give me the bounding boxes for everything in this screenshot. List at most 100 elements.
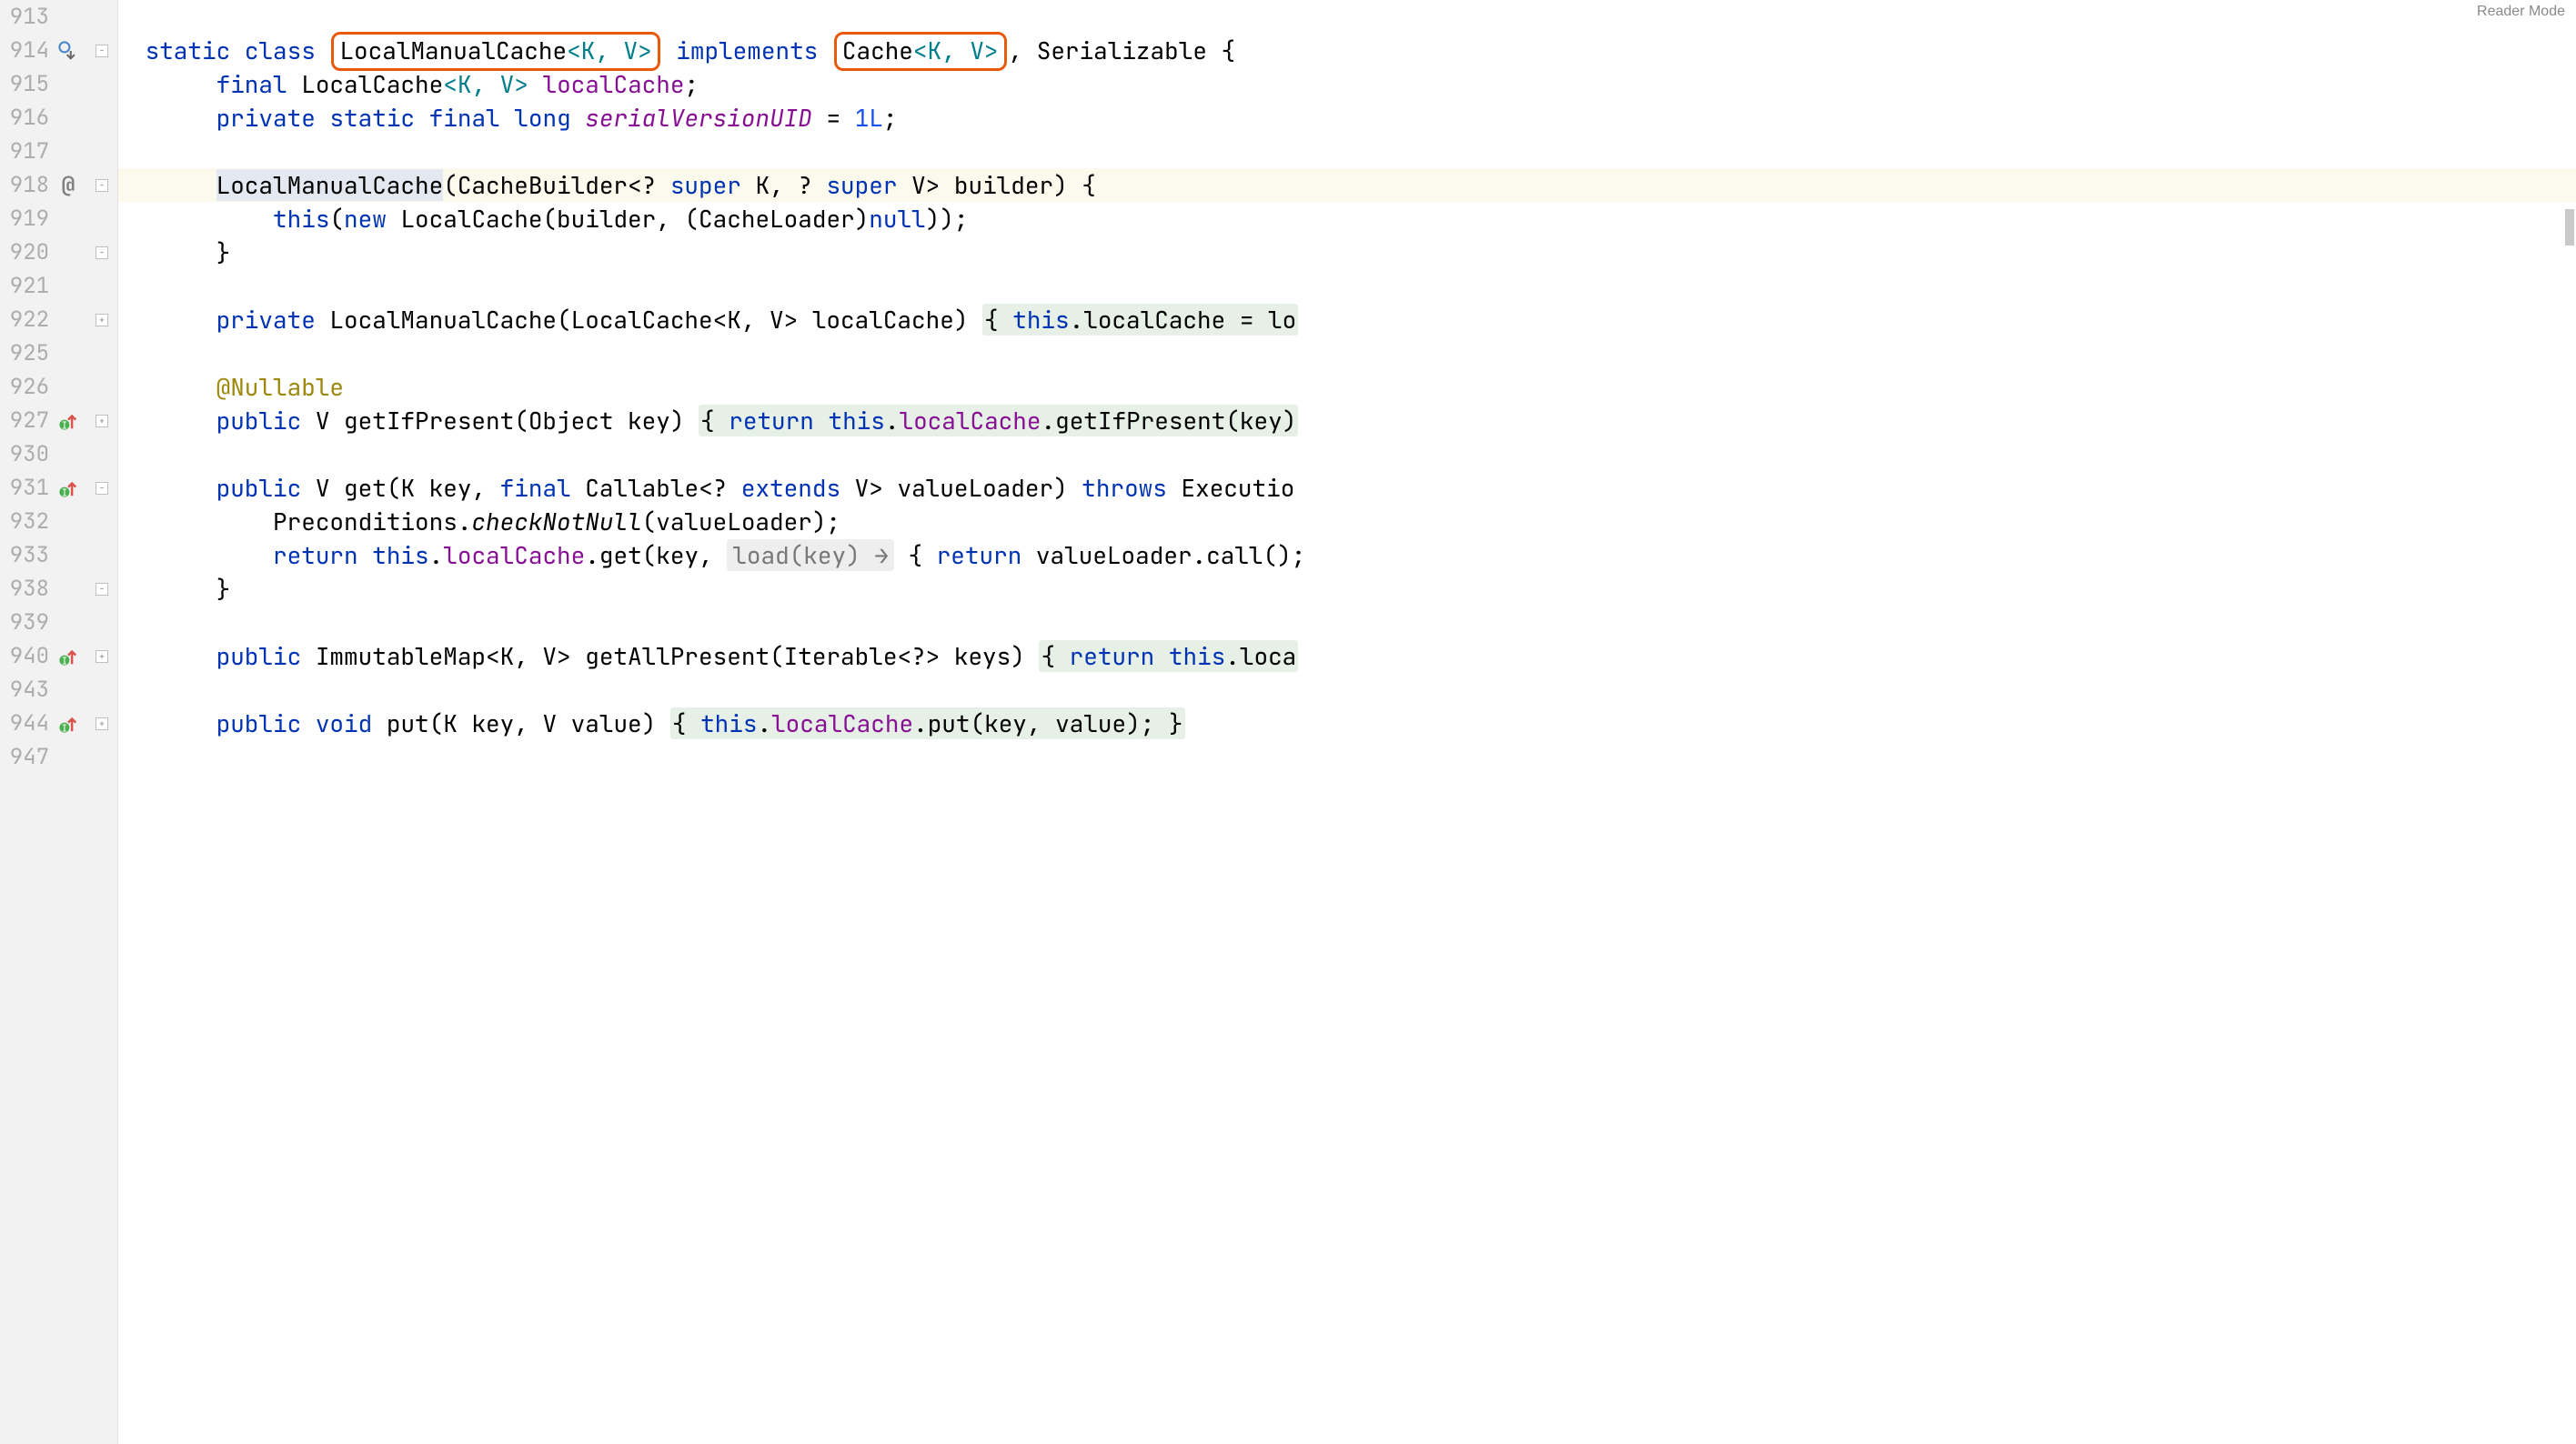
code-line[interactable]: static class LocalManualCache<K, V> impl… xyxy=(118,34,2576,67)
generics: <K, V> xyxy=(567,35,652,66)
keyword: static xyxy=(146,35,231,66)
folded-body[interactable]: { return this.localCache.getIfPresent(ke… xyxy=(699,405,1298,436)
code-line[interactable]: return this.localCache.get(key, load(key… xyxy=(118,538,2576,572)
return-type: ImmutableMap<K, V> xyxy=(301,640,585,672)
keyword: static xyxy=(329,102,415,134)
line-number: 921 xyxy=(0,272,56,300)
line-number: 920 xyxy=(0,238,56,266)
keyword: super xyxy=(670,169,741,201)
gutter-row: 944 I + xyxy=(0,707,117,740)
constructor-name: LocalManualCache xyxy=(216,169,444,201)
class-ref: Preconditions. xyxy=(273,506,471,537)
code-line[interactable] xyxy=(118,336,2576,370)
line-number: 926 xyxy=(0,373,56,401)
keyword: long xyxy=(514,102,570,134)
code-line[interactable]: private LocalManualCache(LocalCache<K, V… xyxy=(118,303,2576,336)
code-line[interactable] xyxy=(118,0,2576,34)
code-line[interactable] xyxy=(118,269,2576,303)
code-line[interactable]: this(new LocalCache(builder, (CacheLoade… xyxy=(118,202,2576,236)
field-name: localCache xyxy=(771,707,913,739)
static-method: checkNotNull xyxy=(471,506,641,537)
fold-toggle-icon[interactable]: + xyxy=(96,650,108,663)
gutter-row: 913 xyxy=(0,0,117,34)
code-line[interactable] xyxy=(118,673,2576,707)
fold-toggle-icon[interactable]: + xyxy=(96,717,108,730)
code-line[interactable] xyxy=(118,606,2576,639)
code-line[interactable] xyxy=(118,740,2576,774)
line-number: 938 xyxy=(0,575,56,603)
implements-down-icon[interactable] xyxy=(58,41,78,61)
code-line[interactable]: public void put(K key, V value) { this.l… xyxy=(118,707,2576,740)
punct: ; xyxy=(883,102,898,134)
code-line[interactable]: } xyxy=(118,572,2576,606)
code-line[interactable]: private static final long serialVersionU… xyxy=(118,101,2576,135)
brace: { xyxy=(894,539,937,571)
params: Callable<? xyxy=(571,472,741,504)
code-line[interactable]: public ImmutableMap<K, V> getAllPresent(… xyxy=(118,639,2576,673)
keyword: this xyxy=(828,405,884,436)
keyword: final xyxy=(216,68,287,100)
highlight-box: LocalManualCache<K, V> xyxy=(331,32,659,71)
brace: { xyxy=(1041,640,1069,672)
annotation-icon[interactable]: @ xyxy=(58,175,78,196)
brace: { xyxy=(700,405,729,436)
code-line[interactable]: } xyxy=(118,236,2576,269)
params: (K key, xyxy=(387,472,500,504)
keyword: implements xyxy=(676,35,818,66)
line-number: 943 xyxy=(0,676,56,704)
code-line[interactable]: Preconditions.checkNotNull(valueLoader); xyxy=(118,505,2576,538)
params: (Object key) xyxy=(514,405,699,436)
code-line[interactable]: final LocalCache<K, V> localCache; xyxy=(118,67,2576,101)
punct: ; xyxy=(684,68,699,100)
exception: Executio xyxy=(1167,472,1294,504)
keyword: super xyxy=(826,169,897,201)
field-name: localCache xyxy=(443,539,585,571)
code-area[interactable]: Reader Mode static class LocalManualCach… xyxy=(118,0,2576,1444)
fold-toggle-icon[interactable]: − xyxy=(96,246,108,259)
keyword: this xyxy=(372,539,428,571)
code-line[interactable]: public V getIfPresent(Object key) { retu… xyxy=(118,404,2576,437)
keyword: public xyxy=(216,640,302,672)
override-up-icon[interactable]: I xyxy=(58,411,78,431)
line-number: 933 xyxy=(0,541,56,569)
code-line[interactable]: public V get(K key, final Callable<? ext… xyxy=(118,471,2576,505)
fold-toggle-icon[interactable]: + xyxy=(96,314,108,326)
code-line-current[interactable]: LocalManualCache(CacheBuilder<? super K,… xyxy=(118,168,2576,202)
override-up-icon[interactable]: I xyxy=(58,478,78,498)
code-line[interactable]: @Nullable xyxy=(118,370,2576,404)
folded-body[interactable]: { this.localCache.put(key, value); } xyxy=(670,707,1185,739)
keyword: private xyxy=(216,304,316,336)
keyword: null xyxy=(869,203,925,235)
keyword: public xyxy=(216,472,302,504)
field-name: serialVersionUID xyxy=(585,102,812,134)
field-name: localCache xyxy=(542,68,684,100)
brace: } xyxy=(1169,707,1183,739)
call: .get(key, xyxy=(585,539,727,571)
gutter: 913 914 − 915 916 917 918 @ − 919 920− 9… xyxy=(0,0,118,1444)
fold-toggle-icon[interactable]: − xyxy=(96,45,108,57)
folded-body[interactable]: { return this.loca xyxy=(1039,640,1298,672)
brace: } xyxy=(216,236,231,268)
keyword: return xyxy=(729,405,814,436)
code-line[interactable] xyxy=(118,437,2576,471)
gutter-row: 931 I − xyxy=(0,471,117,505)
override-up-icon[interactable]: I xyxy=(58,647,78,667)
code-line[interactable] xyxy=(118,135,2576,168)
gutter-row: 914 − xyxy=(0,34,117,67)
fold-toggle-icon[interactable]: − xyxy=(96,482,108,495)
keyword: return xyxy=(1070,640,1155,672)
fold-toggle-icon[interactable]: + xyxy=(96,415,108,427)
keyword: private xyxy=(216,102,316,134)
fold-toggle-icon[interactable]: − xyxy=(96,179,108,192)
fold-toggle-icon[interactable]: − xyxy=(96,583,108,596)
line-number: 944 xyxy=(0,709,56,737)
punct: )); xyxy=(926,203,969,235)
scrollbar-thumb[interactable] xyxy=(2565,209,2574,246)
keyword: public xyxy=(216,405,302,436)
call: .put(key, value); xyxy=(913,707,1169,739)
punct: ( xyxy=(329,203,344,235)
keyword: final xyxy=(500,472,571,504)
generics: <K, V> xyxy=(443,68,528,100)
override-up-icon[interactable]: I xyxy=(58,714,78,734)
folded-body[interactable]: { this.localCache = lo xyxy=(982,304,1298,336)
